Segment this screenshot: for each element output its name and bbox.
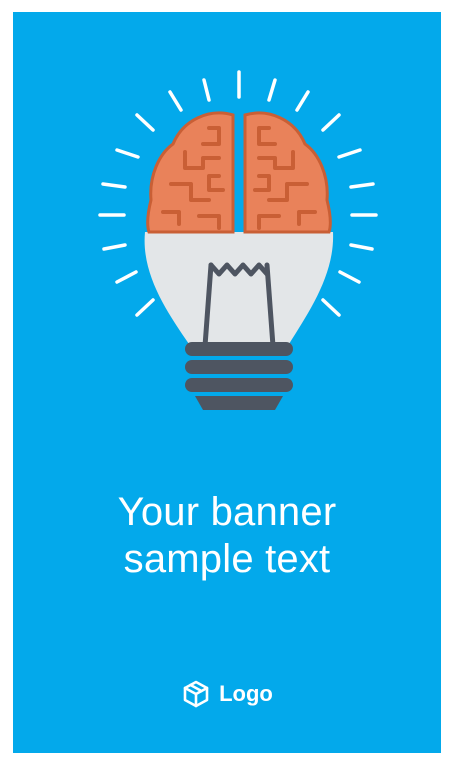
light-ray-icon <box>321 298 341 317</box>
light-ray-icon <box>115 270 138 284</box>
light-ray-icon <box>267 78 277 102</box>
light-ray-icon <box>168 90 183 112</box>
light-ray-icon <box>295 90 310 112</box>
bulb-base <box>185 342 293 410</box>
light-ray-icon <box>135 113 155 132</box>
logo: Logo <box>13 676 441 712</box>
light-ray-icon <box>115 148 140 159</box>
bulb-glass <box>144 232 334 344</box>
lightbulb-brain-icon <box>98 70 378 410</box>
banner-headline: Your banner sample text <box>13 489 441 583</box>
light-ray-icon <box>349 243 374 251</box>
light-ray-icon <box>349 182 375 189</box>
light-ray-icon <box>101 182 127 189</box>
headline-line-1: Your banner <box>117 490 337 534</box>
light-ray-icon <box>202 78 211 102</box>
light-ray-icon <box>337 148 362 159</box>
cube-logo-icon <box>183 680 209 708</box>
light-ray-icon <box>102 243 127 251</box>
light-ray-icon <box>135 298 155 317</box>
logo-text: Logo <box>219 681 273 706</box>
banner-card: Your banner sample text Logo <box>13 12 441 753</box>
light-ray-icon <box>321 113 341 132</box>
light-ray-icon <box>338 270 361 284</box>
headline-line-2: sample text <box>123 537 331 581</box>
